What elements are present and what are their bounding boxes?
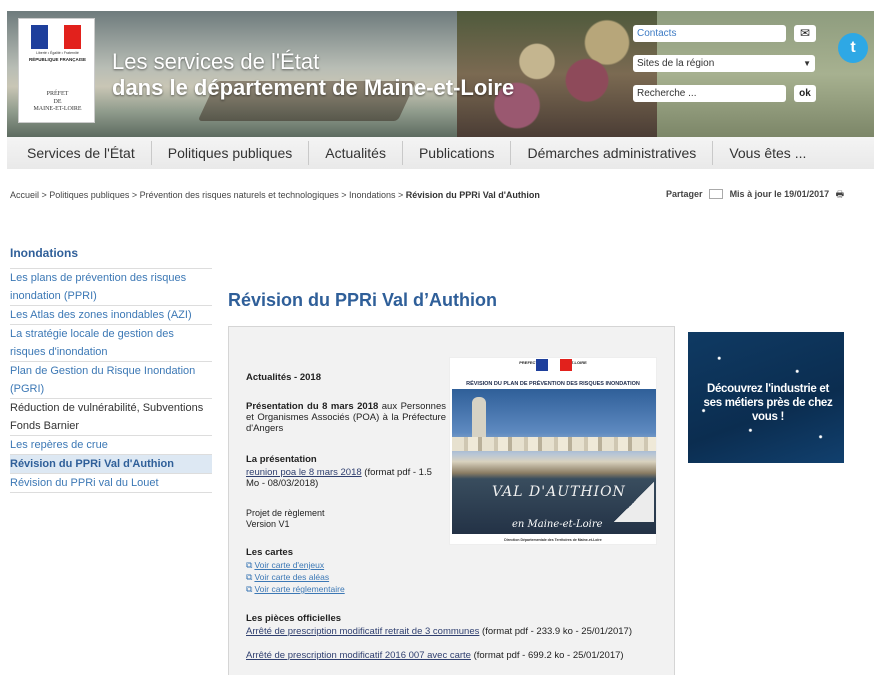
breadcrumb-current: Révision du PPRi Val d'Authion	[405, 190, 540, 200]
sidebar-item-pgri[interactable]: Plan de Gestion du Risque Inondation (PG…	[10, 361, 212, 398]
piece-2: Arrêté de prescription modificatif 2016 …	[246, 650, 658, 661]
presentation-link[interactable]: reunion poa le 8 mars 2018	[246, 467, 362, 478]
presentation-paragraph: Présentation du 8 mars 2018 aux Personne…	[246, 401, 446, 434]
carte-link-enjeux[interactable]: ⧉ Voir carte d'enjeux	[246, 560, 324, 571]
content-box: Actualités - 2018 Présentation du 8 mars…	[228, 326, 675, 675]
sidebar-item-reperes[interactable]: Les repères de crue	[10, 435, 212, 454]
poster-footer: Direction Départementale des Territoires…	[504, 538, 602, 542]
search-input[interactable]: Recherche ...	[633, 85, 786, 102]
breadcrumb-trail[interactable]: Accueil > Politiques publiques > Prévent…	[10, 190, 406, 200]
sidebar-title: Inondations	[10, 246, 78, 260]
poster-flag-icon	[536, 359, 572, 371]
site-title-line1[interactable]: Les services de l'État	[112, 49, 319, 75]
industry-ad-banner[interactable]: Découvrez l'industrie et ses métiers prè…	[688, 332, 844, 463]
external-link-icon: ⧉	[246, 572, 253, 582]
sidebar: Inondations Les plans de prévention des …	[10, 246, 212, 493]
header-grapes-photo	[457, 11, 657, 137]
prefecture-logo[interactable]: Liberté • Égalité • Fraternité RÉPUBLIQU…	[18, 18, 95, 123]
print-icon[interactable]: 🖶	[836, 187, 845, 203]
site-header: Liberté • Égalité • Fraternité RÉPUBLIQU…	[7, 11, 874, 137]
piece-1: Arrêté de prescription modificatif retra…	[246, 626, 658, 637]
nav-item-vous-etes[interactable]: Vous êtes ...	[713, 141, 822, 165]
news-heading: Actualités - 2018	[246, 372, 321, 383]
projet-line2: Version V1	[246, 519, 290, 529]
nav-item-publications[interactable]: Publications	[403, 141, 512, 165]
nav-item-actualites[interactable]: Actualités	[309, 141, 403, 165]
poster-subtitle: en Maine-et-Loire	[512, 519, 603, 530]
twitter-icon[interactable]: t	[838, 33, 868, 63]
chevron-down-icon: ▼	[803, 59, 811, 68]
poster-photo: VAL D'AUTHION en Maine-et-Loire	[452, 389, 656, 534]
updated-date: Mis à jour le 19/01/2017	[729, 189, 830, 199]
breadcrumb: Accueil > Politiques publiques > Prévent…	[10, 190, 540, 200]
ppri-poster-image: PREFECTURE DE MAINE-ET-LOIRE RÉVISION DU…	[449, 357, 657, 545]
search-ok-button[interactable]: ok	[794, 85, 816, 102]
page-curl-shape	[614, 482, 654, 522]
sidebar-item-louet[interactable]: Révision du PPRi val du Louet	[10, 473, 212, 493]
french-flag-icon	[31, 25, 81, 49]
presentation-file: reunion poa le 8 mars 2018 (format pdf -…	[246, 467, 446, 489]
houses-shape	[452, 437, 656, 451]
nav-item-services[interactable]: Services de l'État	[7, 141, 152, 165]
page-title: Révision du PPRi Val d’Authion	[228, 290, 498, 310]
external-link-icon: ⧉	[246, 560, 253, 570]
piece2-meta: (format pdf - 699.2 ko - 25/01/2017)	[470, 650, 624, 661]
poster-name: VAL D'AUTHION	[492, 484, 626, 500]
mail-icon[interactable]: ✉	[794, 25, 816, 42]
pieces-heading: Les pièces officielles	[246, 613, 342, 624]
sidebar-item-azi[interactable]: Les Atlas des zones inondables (AZI)	[10, 305, 212, 324]
nav-item-politiques[interactable]: Politiques publiques	[152, 141, 310, 165]
nav-item-demarches[interactable]: Démarches administratives	[511, 141, 714, 165]
main-navigation: Services de l'État Politiques publiques …	[7, 137, 874, 169]
sidebar-item-pprI[interactable]: Les plans de prévention des risques inon…	[10, 268, 212, 305]
la-presentation-heading: La présentation	[246, 454, 317, 465]
projet-line1: Projet de règlement	[246, 508, 325, 518]
piece1-link[interactable]: Arrêté de prescription modificatif retra…	[246, 626, 479, 637]
site-title-line2[interactable]: dans le département de Maine-et-Loire	[112, 75, 514, 101]
sidebar-item-strategie[interactable]: La stratégie locale de gestion des risqu…	[10, 324, 212, 361]
share-bar: Partager Mis à jour le 19/01/2017 🖶	[666, 187, 844, 203]
sidebar-item-reduction[interactable]: Réduction de vulnérabilité, Subventions …	[10, 398, 212, 435]
sites-region-select[interactable]: Sites de la région ▼	[633, 55, 815, 72]
contacts-link[interactable]: Contacts	[633, 25, 786, 42]
poster-title: RÉVISION DU PLAN DE PRÉVENTION DES RISQU…	[466, 381, 640, 387]
sidebar-item-authion[interactable]: Révision du PPRi Val d'Authion	[10, 454, 212, 473]
share-label[interactable]: Partager	[666, 189, 703, 199]
ad-text: Découvrez l'industrie et ses métiers prè…	[703, 383, 833, 423]
republic-name: RÉPUBLIQUE FRANÇAISE	[28, 57, 86, 62]
presentation-title: Présentation du 8 mars 2018	[246, 401, 379, 412]
carte-link-aleas[interactable]: ⧉ Voir carte des aléas	[246, 572, 329, 583]
external-link-icon: ⧉	[246, 584, 253, 594]
prefet-label: PRÉFET DE MAINE-ET-LOIRE	[33, 91, 82, 112]
sites-select-value: Sites de la région	[637, 58, 715, 69]
carte-link-reglementaire[interactable]: ⧉ Voir carte réglementaire	[246, 584, 345, 595]
piece2-link[interactable]: Arrêté de prescription modificatif 2016 …	[246, 650, 471, 661]
republic-motto: Liberté • Égalité • Fraternité	[36, 51, 79, 55]
share-mail-icon[interactable]	[709, 188, 724, 199]
cartes-heading: Les cartes	[246, 547, 294, 558]
piece1-meta: (format pdf - 233.9 ko - 25/01/2017)	[479, 626, 633, 637]
